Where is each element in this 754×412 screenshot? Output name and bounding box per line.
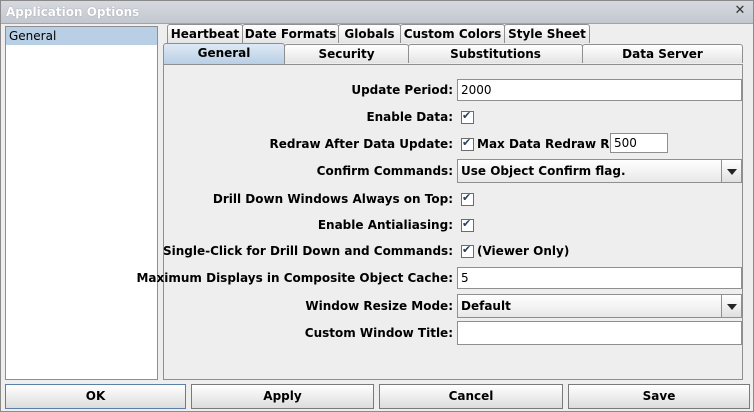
window-resize-mode-value: Default: [461, 299, 511, 313]
tab-substitutions[interactable]: Substitutions: [408, 44, 583, 63]
apply-button[interactable]: Apply: [191, 384, 374, 409]
max-redraw-rate-input[interactable]: 500: [610, 133, 668, 153]
tab-security[interactable]: Security: [284, 44, 409, 63]
redraw-after-update-checkbox[interactable]: [461, 136, 474, 151]
tab-custom-colors[interactable]: Custom Colors: [400, 24, 505, 43]
confirm-commands-select[interactable]: Use Object Confirm flag.: [457, 159, 742, 183]
category-list: General: [5, 26, 158, 380]
general-tab-panel: Update Period: 2000 Enable Data: Redraw …: [136, 64, 743, 380]
tab-data-server[interactable]: Data Server: [582, 44, 743, 63]
window-resize-mode-select[interactable]: Default: [457, 294, 742, 318]
antialiasing-label: Enable Antialiasing:: [317, 218, 453, 232]
custom-window-title-label: Custom Window Title:: [304, 326, 453, 340]
options-tab-area: Heartbeat Date Formats Globals Custom Co…: [136, 24, 745, 381]
viewer-only-note: (Viewer Only): [477, 244, 570, 258]
ok-button[interactable]: OK: [5, 384, 186, 409]
tab-globals[interactable]: Globals: [338, 24, 401, 43]
update-period-label: Update Period:: [351, 83, 453, 97]
category-item-general[interactable]: General: [6, 27, 157, 45]
cancel-button[interactable]: Cancel: [379, 384, 563, 409]
application-options-window: Application Options ✕ General Heartbeat …: [0, 0, 754, 412]
chevron-down-icon[interactable]: [721, 295, 741, 317]
max-displays-cache-label: Maximum Displays in Composite Object Cac…: [136, 271, 453, 285]
title-bar[interactable]: Application Options ✕: [1, 1, 753, 24]
save-button[interactable]: Save: [568, 384, 750, 409]
update-period-input[interactable]: 2000: [457, 79, 742, 101]
confirm-commands-value: Use Object Confirm flag.: [461, 164, 626, 178]
confirm-commands-label: Confirm Commands:: [316, 164, 453, 178]
enable-data-checkbox[interactable]: [461, 109, 474, 124]
tab-date-formats[interactable]: Date Formats: [242, 24, 339, 43]
single-click-checkbox[interactable]: [461, 243, 474, 258]
max-displays-cache-input[interactable]: 5: [457, 267, 742, 289]
antialiasing-checkbox[interactable]: [461, 217, 474, 232]
single-click-label: Single-Click for Drill Down and Commands…: [162, 244, 453, 258]
custom-window-title-input[interactable]: [457, 321, 742, 345]
enable-data-label: Enable Data:: [366, 110, 453, 124]
window-title: Application Options: [6, 5, 140, 19]
drill-down-on-top-label: Drill Down Windows Always on Top:: [212, 192, 453, 206]
drill-down-on-top-checkbox[interactable]: [461, 191, 474, 206]
tab-style-sheet[interactable]: Style Sheet: [504, 24, 590, 43]
redraw-after-update-label: Redraw After Data Update:: [269, 137, 454, 151]
dialog-button-bar: OK Apply Cancel Save: [1, 383, 753, 411]
tab-general[interactable]: General: [163, 43, 285, 64]
tab-heartbeat[interactable]: Heartbeat: [167, 24, 243, 43]
window-resize-mode-label: Window Resize Mode:: [305, 299, 453, 313]
close-icon[interactable]: ✕: [733, 4, 747, 18]
chevron-down-icon[interactable]: [721, 160, 741, 182]
